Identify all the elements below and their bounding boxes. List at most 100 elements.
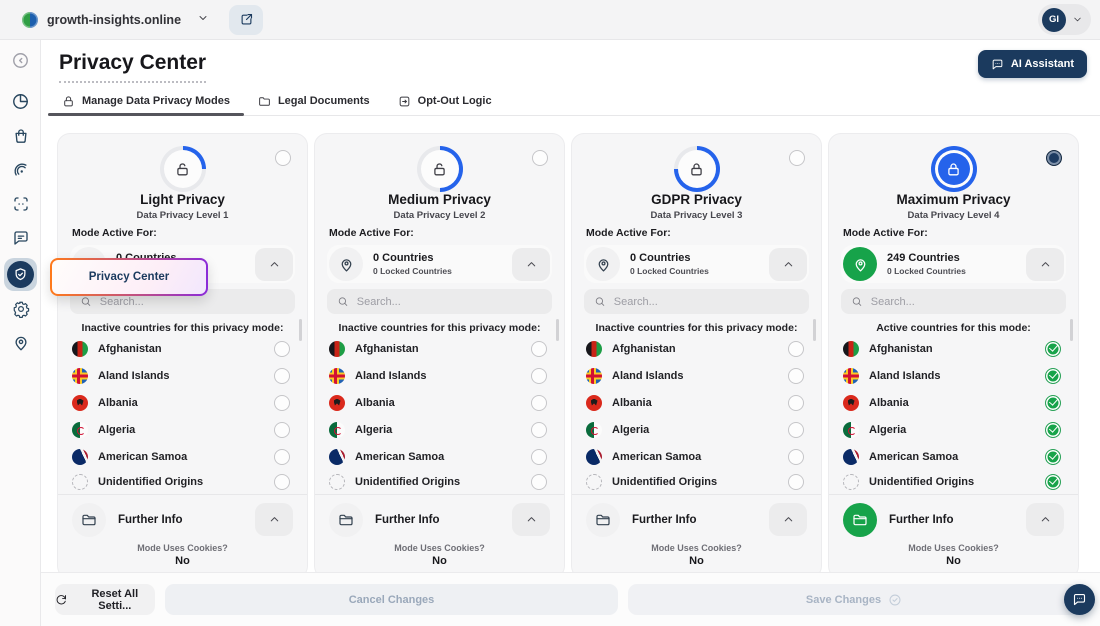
country-row[interactable]: Unidentified Origins [315,470,564,493]
country-toggle[interactable] [788,422,804,438]
collapse-countries-button[interactable] [1026,248,1064,281]
sidebar-item-orders[interactable] [10,125,31,146]
country-toggle[interactable] [788,449,804,465]
country-row[interactable]: American Samoa [58,443,307,470]
country-toggle[interactable] [531,422,547,438]
sidebar-item-messages[interactable] [10,227,31,248]
country-row[interactable]: Afghanistan [572,335,821,362]
ai-assistant-button[interactable]: AI Assistant [978,50,1087,78]
scan-target-icon [12,195,30,213]
save-changes-button[interactable]: Save Changes [628,584,1080,615]
country-toggle[interactable] [274,474,290,490]
collapse-further-info-button[interactable] [769,503,807,536]
reset-all-settings-button[interactable]: Reset All Setti... [55,584,155,615]
privacy-mode-card: Maximum Privacy Data Privacy Level 4 Mod… [828,133,1079,572]
chat-fab-button[interactable] [1064,584,1095,615]
country-row[interactable]: Unidentified Origins [58,470,307,493]
country-row[interactable]: American Samoa [572,443,821,470]
country-row[interactable]: Aland Islands [58,362,307,389]
collapse-further-info-button[interactable] [512,503,550,536]
countries-count: 249 Countries [887,252,966,264]
country-search-input[interactable] [871,296,1056,308]
country-toggle[interactable] [1045,474,1061,490]
country-row[interactable]: Algeria [315,416,564,443]
country-row[interactable]: Algeria [829,416,1078,443]
search-icon [80,295,92,308]
collapse-countries-button[interactable] [512,248,550,281]
sidebar-item-locations[interactable] [10,332,31,353]
collapse-countries-button[interactable] [255,248,293,281]
tab-legal-documents[interactable]: Legal Documents [244,87,384,115]
country-search-input[interactable] [100,296,285,308]
collapse-further-info-button[interactable] [1026,503,1064,536]
tab-manage-data-privacy-modes[interactable]: Manage Data Privacy Modes [48,87,244,115]
country-row[interactable]: Algeria [58,416,307,443]
country-toggle[interactable] [274,368,290,384]
country-row[interactable]: American Samoa [315,443,564,470]
further-info-row: Further Info [327,501,552,538]
country-toggle[interactable] [1045,341,1061,357]
sidebar-item-engagement[interactable] [10,159,31,180]
country-toggle[interactable] [274,422,290,438]
privacy-mode-card: Medium Privacy Data Privacy Level 2 Mode… [314,133,565,572]
mode-active-label: Mode Active For: [843,227,928,239]
country-toggle[interactable] [274,449,290,465]
country-toggle[interactable] [1045,368,1061,384]
country-toggle[interactable] [531,341,547,357]
country-row[interactable]: Unidentified Origins [829,470,1078,493]
cookies-question: Mode Uses Cookies? [58,543,307,553]
sidebar-item-settings[interactable] [10,298,31,319]
country-row[interactable]: Aland Islands [315,362,564,389]
mode-select-radio[interactable] [275,150,291,166]
mode-active-label: Mode Active For: [72,227,157,239]
country-toggle[interactable] [788,474,804,490]
collapse-further-info-button[interactable] [255,503,293,536]
mode-select-radio[interactable] [1046,150,1062,166]
country-toggle[interactable] [274,395,290,411]
country-list-header: Inactive countries for this privacy mode… [315,322,564,334]
country-row[interactable]: Afghanistan [315,335,564,362]
mode-select-radio[interactable] [532,150,548,166]
country-row[interactable]: Albania [315,389,564,416]
country-toggle[interactable] [531,368,547,384]
sidebar-item-privacy-center[interactable] [4,258,37,291]
country-row[interactable]: Albania [58,389,307,416]
country-row[interactable]: Algeria [572,416,821,443]
site-selector[interactable]: growth-insights.online [22,12,181,28]
country-row[interactable]: Albania [572,389,821,416]
mode-select-radio[interactable] [789,150,805,166]
country-flag-icon [72,341,88,357]
sidebar-item-audience[interactable] [10,193,31,214]
country-toggle[interactable] [1045,449,1061,465]
country-row[interactable]: Unidentified Origins [572,470,821,493]
country-row[interactable]: Aland Islands [572,362,821,389]
sidebar-item-analytics[interactable] [10,91,31,112]
country-row[interactable]: Albania [829,389,1078,416]
app-window: growth-insights.online GI [0,0,1100,626]
country-toggle[interactable] [788,395,804,411]
country-row[interactable]: Afghanistan [58,335,307,362]
open-external-link-button[interactable] [229,5,263,35]
collapse-countries-button[interactable] [769,248,807,281]
cancel-changes-button[interactable]: Cancel Changes [165,584,618,615]
mode-title: Medium Privacy [315,192,564,207]
tab-opt-out-logic[interactable]: Opt-Out Logic [384,87,506,115]
country-row[interactable]: American Samoa [829,443,1078,470]
sidebar-collapse-icon[interactable] [10,50,31,71]
country-toggle[interactable] [1045,395,1061,411]
mode-title: Light Privacy [58,192,307,207]
country-toggle[interactable] [788,368,804,384]
country-toggle[interactable] [531,474,547,490]
sidebar-nav [0,40,41,626]
country-toggle[interactable] [274,341,290,357]
country-row[interactable]: Aland Islands [829,362,1078,389]
country-toggle[interactable] [788,341,804,357]
site-chevron-down-icon[interactable] [197,11,209,29]
country-toggle[interactable] [1045,422,1061,438]
country-toggle[interactable] [531,395,547,411]
country-search-input[interactable] [614,296,799,308]
country-search-input[interactable] [357,296,542,308]
country-toggle[interactable] [531,449,547,465]
country-row[interactable]: Afghanistan [829,335,1078,362]
user-menu[interactable]: GI [1038,4,1091,35]
